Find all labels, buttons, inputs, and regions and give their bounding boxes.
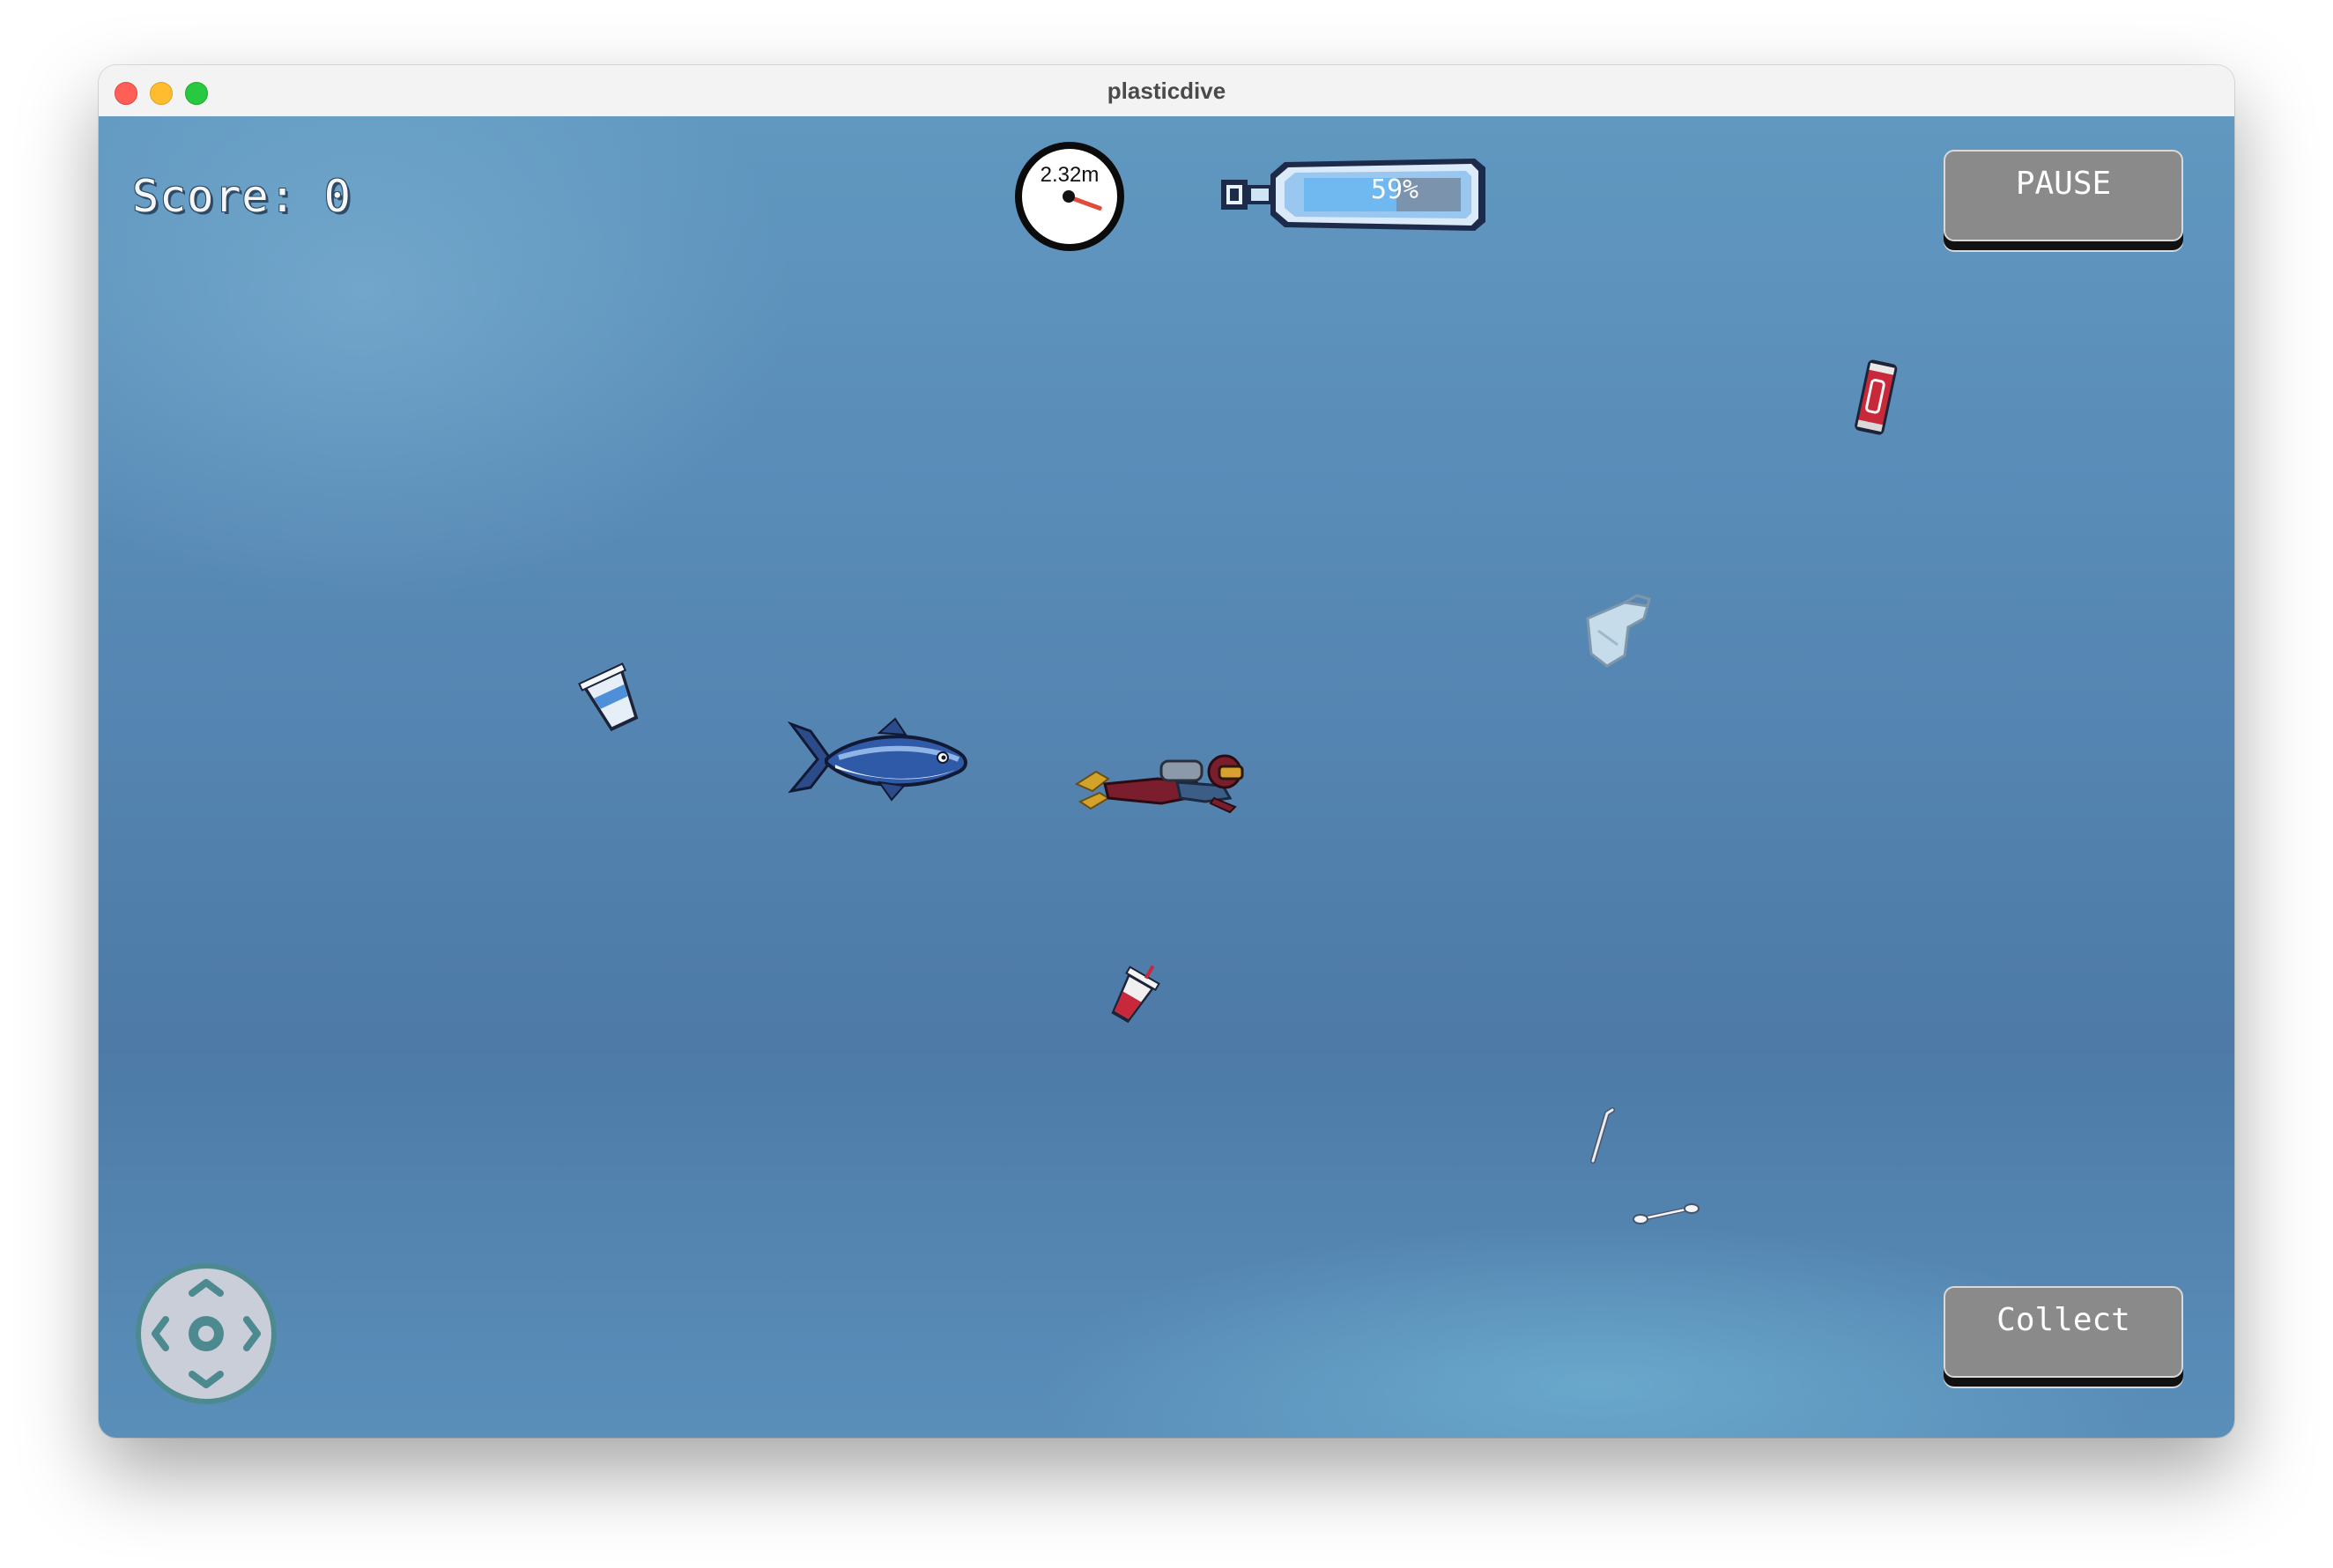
underwater-scene[interactable]: Score: 0 2.32m 59% PAUSE Collect bbox=[99, 116, 2234, 1438]
tuna-fish-icon bbox=[787, 717, 967, 802]
diver-icon bbox=[1074, 754, 1244, 814]
oxygen-tank-icon: 59% bbox=[1219, 153, 1492, 236]
score-display: Score: 0 bbox=[132, 171, 352, 222]
dpad-icon[interactable] bbox=[136, 1263, 277, 1404]
depth-gauge-icon: 2.32m bbox=[1015, 142, 1124, 251]
straw-icon[interactable] bbox=[1586, 1105, 1621, 1166]
depth-value: 2.32m bbox=[1040, 163, 1100, 187]
drink-cup-icon[interactable] bbox=[1103, 958, 1165, 1029]
soda-can-icon[interactable] bbox=[1845, 354, 1907, 442]
pause-button-label: PAUSE bbox=[2015, 166, 2112, 202]
collect-button-label: Collect bbox=[1996, 1302, 2130, 1338]
cotton-swab-icon[interactable] bbox=[1632, 1196, 1702, 1231]
plastic-cup-icon[interactable] bbox=[573, 659, 652, 738]
collect-button[interactable]: Collect bbox=[1944, 1286, 2183, 1388]
title-bar: plasticdive bbox=[99, 65, 2234, 117]
window-title: plasticdive bbox=[1107, 78, 1226, 104]
dpad-down-arrow-icon[interactable] bbox=[189, 1371, 224, 1388]
oxygen-percent: 59% bbox=[1370, 174, 1419, 205]
dpad-right-arrow-icon[interactable] bbox=[243, 1316, 261, 1351]
game-window: plasticdive Score: 0 2.32m 59% PAUSE Col… bbox=[99, 65, 2234, 1438]
dpad-up-arrow-icon[interactable] bbox=[189, 1279, 224, 1297]
pause-button[interactable]: PAUSE bbox=[1944, 150, 2183, 252]
dpad-left-arrow-icon[interactable] bbox=[152, 1316, 169, 1351]
plastic-bag-icon[interactable] bbox=[1572, 592, 1660, 671]
